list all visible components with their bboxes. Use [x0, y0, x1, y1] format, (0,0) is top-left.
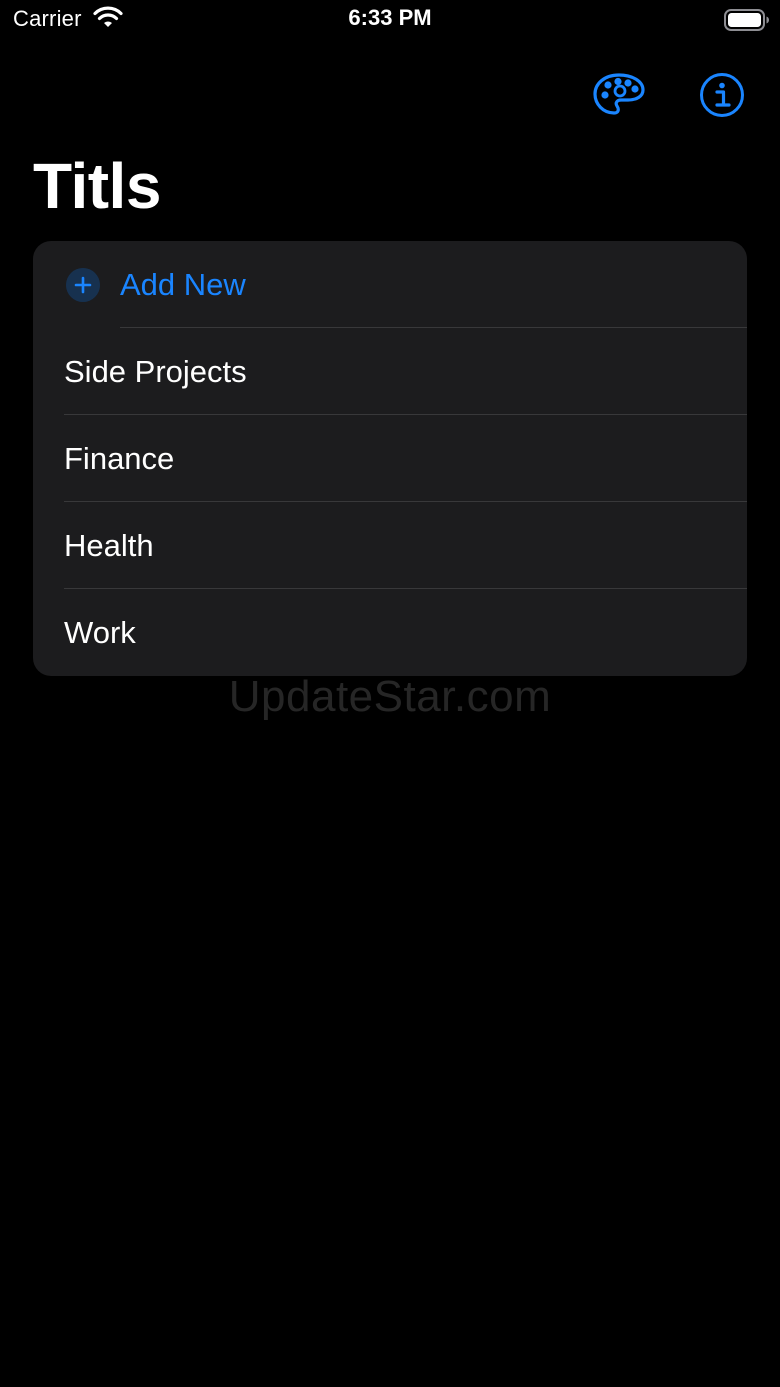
- page-title: Titls: [33, 150, 161, 222]
- list-item-label: Health: [64, 527, 154, 563]
- clock-time: 6:33 PM: [348, 5, 432, 30]
- titles-list: Add New Side Projects Finance Health Wor…: [33, 241, 747, 676]
- add-new-button[interactable]: Add New: [33, 241, 747, 328]
- battery-full-icon: [724, 9, 769, 31]
- plus-circle-icon: [66, 268, 100, 302]
- list-item-label: Finance: [64, 440, 175, 476]
- list-item-work[interactable]: Work: [33, 589, 747, 676]
- status-bar: Carrier 6:33 PM: [0, 0, 780, 40]
- add-new-label: Add New: [120, 266, 246, 302]
- list-item-health[interactable]: Health: [33, 502, 747, 589]
- palette-icon[interactable]: [592, 72, 646, 116]
- list-item-side-projects[interactable]: Side Projects: [33, 328, 747, 415]
- info-icon[interactable]: [699, 72, 745, 118]
- list-item-label: Side Projects: [64, 353, 247, 389]
- list-item-label: Work: [64, 614, 136, 650]
- list-item-finance[interactable]: Finance: [33, 415, 747, 502]
- watermark-text: UpdateStar.com: [228, 672, 552, 721]
